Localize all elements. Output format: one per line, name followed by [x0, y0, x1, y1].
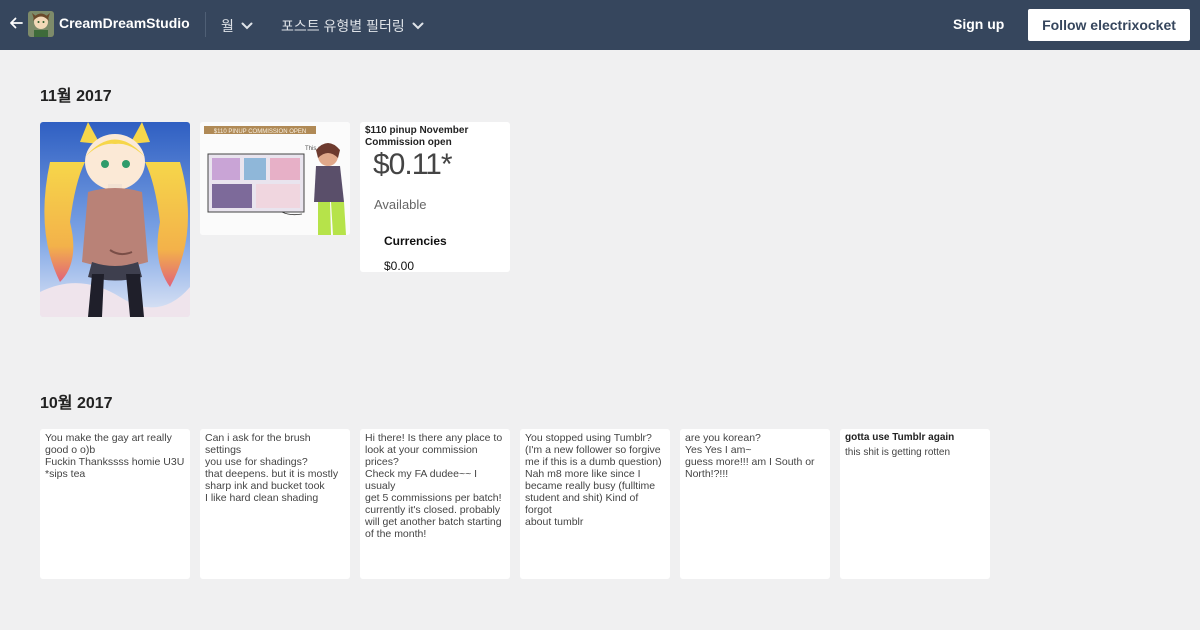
avatar[interactable]	[28, 11, 54, 37]
currencies-label: Currencies	[384, 234, 447, 248]
availability-text: Available	[374, 197, 427, 212]
chevron-down-icon	[412, 22, 424, 30]
post-tile-text[interactable]: $110 pinup November Commission open $0.1…	[360, 122, 510, 272]
banner-text: $110 PINUP COMMISSION OPEN	[214, 129, 306, 135]
ask-tile[interactable]: You stopped using Tumblr? (I'm a new fol…	[520, 429, 670, 579]
ask-tile[interactable]: You make the gay art really good o o)b F…	[40, 429, 190, 579]
price-amount: $0.11*	[373, 148, 453, 181]
back-button[interactable]	[7, 14, 25, 32]
post-title: gotta use Tumblr again	[845, 432, 955, 443]
ask-tile[interactable]: Can i ask for the brush settings you use…	[200, 429, 350, 579]
avatar-image	[28, 11, 54, 37]
month-heading: 11월 2017	[40, 88, 112, 105]
follow-button[interactable]: Follow electrixocket	[1028, 9, 1190, 41]
month-filter-label: 월	[221, 18, 234, 34]
pinup-illustration	[40, 122, 190, 317]
ask-tile[interactable]: are you korean? Yes Yes I am~ guess more…	[680, 429, 830, 579]
top-bar: CreamDreamStudio 월 포스트 유형별 필터링 Sign up F…	[0, 0, 1200, 50]
currency-value: $0.00	[384, 259, 415, 272]
month-heading: 10월 2017	[40, 395, 113, 412]
arrow-left-icon	[10, 17, 23, 29]
commission-sheet-image: $110 PINUP COMMISSION OPEN This guy	[200, 122, 350, 235]
header-divider	[205, 12, 206, 37]
ask-tile[interactable]: Hi there! Is there any place to look at …	[360, 429, 510, 579]
ask-text: Can i ask for the brush settings you use…	[205, 432, 339, 504]
post-tile-image[interactable]: $110 PINUP COMMISSION OPEN This guy	[200, 122, 350, 235]
ask-text: Hi there! Is there any place to look at …	[365, 432, 503, 540]
month-filter-dropdown[interactable]: 월	[221, 16, 253, 36]
price-title: $110 pinup November Commission open	[365, 125, 469, 148]
post-type-filter-dropdown[interactable]: 포스트 유형별 필터링	[281, 16, 424, 36]
ask-text: You stopped using Tumblr? (I'm a new fol…	[525, 432, 662, 528]
blog-name[interactable]: CreamDreamStudio	[59, 15, 190, 31]
ask-text: are you korean? Yes Yes I am~ guess more…	[685, 432, 815, 480]
chevron-down-icon	[241, 22, 253, 30]
text-post-tile[interactable]: gotta use Tumblr again this shit is gett…	[840, 429, 990, 579]
signup-link[interactable]: Sign up	[953, 16, 1004, 32]
post-tile-image[interactable]	[40, 122, 190, 317]
ask-text: You make the gay art really good o o)b F…	[45, 432, 185, 480]
post-text: this shit is getting rotten	[845, 447, 951, 458]
post-type-filter-label: 포스트 유형별 필터링	[281, 18, 405, 34]
